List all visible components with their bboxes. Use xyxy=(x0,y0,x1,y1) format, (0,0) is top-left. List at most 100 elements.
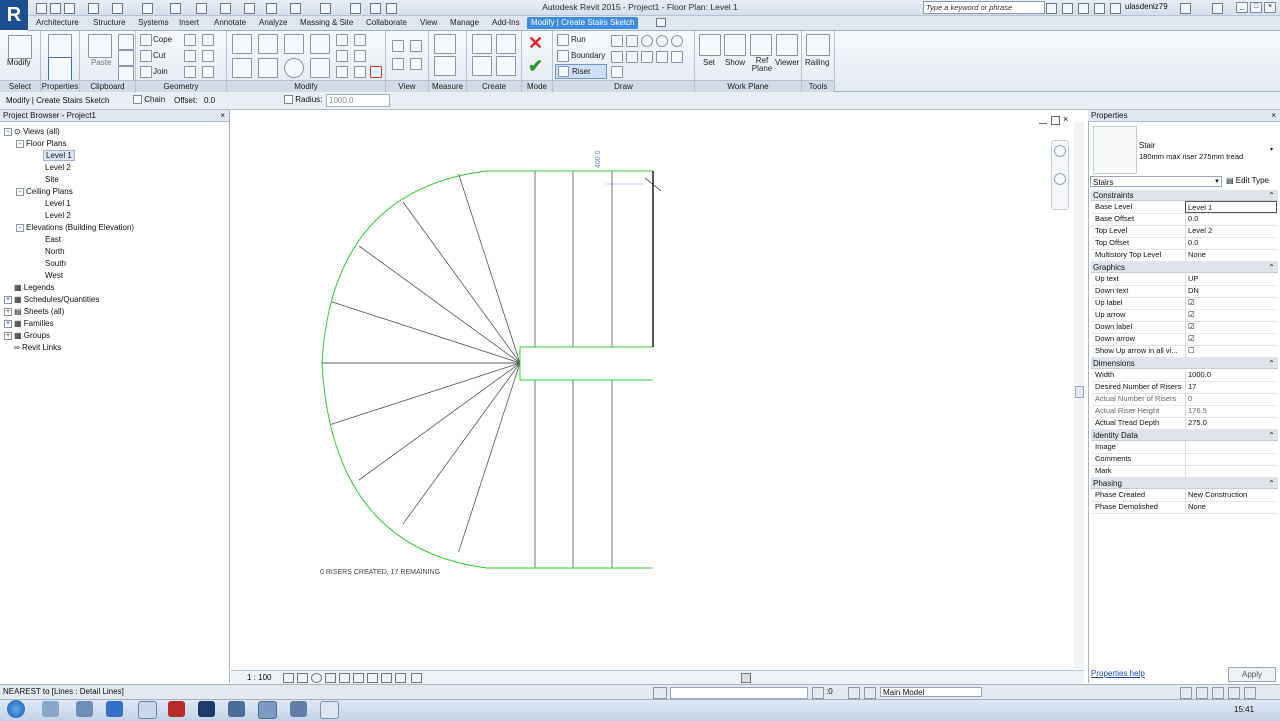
tree-groups[interactable]: + ▦ Groups xyxy=(4,331,50,340)
show-workplane-icon[interactable] xyxy=(724,34,746,56)
favorites-star-icon[interactable] xyxy=(1094,3,1105,14)
group-dimensions[interactable]: Dimensions ⌃ xyxy=(1091,358,1278,369)
tree-ceiling-level-2[interactable]: Level 2 xyxy=(45,211,71,220)
tag-icon[interactable] xyxy=(220,3,231,14)
tab-view[interactable]: View xyxy=(420,17,437,29)
worksets-icon[interactable] xyxy=(653,687,667,699)
analytical-model-icon[interactable] xyxy=(395,673,406,683)
panel-select[interactable]: Select xyxy=(0,80,40,92)
design-option-select[interactable]: Main Model xyxy=(880,687,982,697)
search-input[interactable]: Type a keyword or phrase xyxy=(923,1,1045,14)
join-icon[interactable] xyxy=(140,66,152,78)
chain-checkbox[interactable] xyxy=(133,95,142,105)
tab-insert[interactable]: Insert xyxy=(179,17,199,29)
workset-select[interactable] xyxy=(670,687,808,699)
app-icon[interactable] xyxy=(228,701,245,717)
panel-geometry[interactable]: Geometry xyxy=(136,80,226,92)
view-close-icon[interactable]: × xyxy=(1063,114,1068,124)
visual-style-icon[interactable] xyxy=(297,673,308,683)
undo-icon[interactable] xyxy=(88,3,99,14)
join-label[interactable]: Join xyxy=(153,67,168,76)
panel-clipboard[interactable]: Clipboard xyxy=(80,80,135,92)
tangent-arc-icon[interactable] xyxy=(641,51,653,63)
circle-icon[interactable] xyxy=(656,35,668,47)
align-icon[interactable] xyxy=(232,34,252,54)
offset-icon[interactable] xyxy=(258,34,278,54)
panel-mode[interactable]: Mode xyxy=(522,80,552,92)
tree-floor-plan-site[interactable]: Site xyxy=(45,175,59,184)
prop-actual-tread-depth[interactable]: Actual Tread Depth 275.0 xyxy=(1091,417,1278,430)
detail-level-icon[interactable] xyxy=(283,673,294,683)
run-label[interactable]: Run xyxy=(571,35,586,44)
show-label[interactable]: Show xyxy=(725,58,745,67)
stair-sketch[interactable] xyxy=(231,110,1084,670)
move-icon[interactable] xyxy=(232,58,252,78)
viewer-label[interactable]: Viewer xyxy=(775,58,799,67)
set-label[interactable]: Set xyxy=(703,58,715,67)
spline-icon[interactable] xyxy=(671,51,683,63)
tab-modify-create-stairs-sketch[interactable]: Modify | Create Stairs Sketch xyxy=(527,17,639,29)
tab-structure[interactable]: Structure xyxy=(93,17,125,29)
panel-view[interactable]: View xyxy=(386,80,428,92)
center-arc-icon[interactable] xyxy=(626,51,638,63)
exchange-icon[interactable] xyxy=(1180,3,1191,14)
sun-path-icon[interactable] xyxy=(311,673,322,683)
tree-legends[interactable]: ▦ Legends xyxy=(14,283,54,292)
mirror-axis-icon[interactable] xyxy=(284,34,304,54)
instance-filter-select[interactable]: Stairs ▼ xyxy=(1090,176,1222,187)
tree-elevations[interactable]: − Elevations (Building Elevation) xyxy=(16,223,134,232)
tree-elevation-south[interactable]: South xyxy=(45,259,66,268)
radius-input[interactable]: 1000.0 xyxy=(326,94,390,107)
panel-modify[interactable]: Modify xyxy=(227,80,385,92)
tab-systems[interactable]: Systems xyxy=(138,17,169,29)
cancel-edit-mode-icon[interactable]: ✕ xyxy=(528,33,543,54)
copy-icon[interactable] xyxy=(118,50,134,66)
dimension-icon[interactable] xyxy=(196,3,207,14)
zoom-icon[interactable] xyxy=(1054,173,1066,185)
section-icon[interactable] xyxy=(290,3,301,14)
group-graphics[interactable]: Graphics ⌃ xyxy=(1091,262,1278,273)
railing-icon[interactable] xyxy=(806,34,830,56)
cope-label[interactable]: Cope xyxy=(153,35,172,44)
group-identity-data[interactable]: Identity Data ⌃ xyxy=(1091,430,1278,441)
sync-icon[interactable] xyxy=(64,3,75,14)
create-assembly-icon[interactable] xyxy=(472,34,492,54)
measure-icon[interactable] xyxy=(170,3,181,14)
tree-elevation-west[interactable]: West xyxy=(45,271,63,280)
tree-elevation-east[interactable]: East xyxy=(45,235,61,244)
edit-type-button[interactable]: ▤ Edit Type xyxy=(1226,176,1269,185)
select-by-face-icon[interactable] xyxy=(1228,687,1240,699)
demolish-icon[interactable] xyxy=(202,50,214,62)
outer-boundary-arc[interactable] xyxy=(321,170,488,569)
tree-floor-plans[interactable]: − Floor Plans xyxy=(16,139,66,148)
highlight-displacement-icon[interactable] xyxy=(411,673,422,683)
type-properties-icon[interactable] xyxy=(48,34,72,58)
user-icon[interactable] xyxy=(1110,3,1121,14)
chrome-icon[interactable] xyxy=(138,701,157,719)
line-icon[interactable] xyxy=(611,35,623,47)
set-workplane-icon[interactable] xyxy=(699,34,721,56)
type-selector-dropdown-icon[interactable]: ▾ xyxy=(1270,146,1273,153)
close-button[interactable]: × xyxy=(1264,2,1276,13)
polygon-icon[interactable] xyxy=(641,35,653,47)
tree-ceiling-level-1[interactable]: Level 1 xyxy=(45,199,71,208)
shadows-icon[interactable] xyxy=(325,673,336,683)
view-scale[interactable]: 1 : 100 xyxy=(247,673,271,682)
rotate-icon[interactable] xyxy=(284,58,304,78)
opera-icon[interactable] xyxy=(168,701,185,717)
settings-gear-icon[interactable] xyxy=(76,701,93,717)
design-options-icon[interactable] xyxy=(848,687,860,699)
filter-icon[interactable] xyxy=(1244,687,1256,699)
panel-tools[interactable]: Tools xyxy=(802,80,834,92)
terminal-icon[interactable] xyxy=(198,701,215,717)
halftone-icon[interactable] xyxy=(410,58,422,70)
tree-views-all[interactable]: − ⊙ Views (all) xyxy=(4,127,60,136)
revit-logo[interactable]: R xyxy=(0,0,28,30)
tab-annotate[interactable]: Annotate xyxy=(214,17,246,29)
tree-floor-plan-level-2[interactable]: Level 2 xyxy=(45,163,71,172)
navigation-bar[interactable] xyxy=(1051,140,1069,210)
create-parts-icon[interactable] xyxy=(496,34,516,54)
paste-label[interactable]: Paste xyxy=(91,58,111,67)
explorer-icon[interactable] xyxy=(42,701,59,717)
panel-measure[interactable]: Measure xyxy=(429,80,466,92)
